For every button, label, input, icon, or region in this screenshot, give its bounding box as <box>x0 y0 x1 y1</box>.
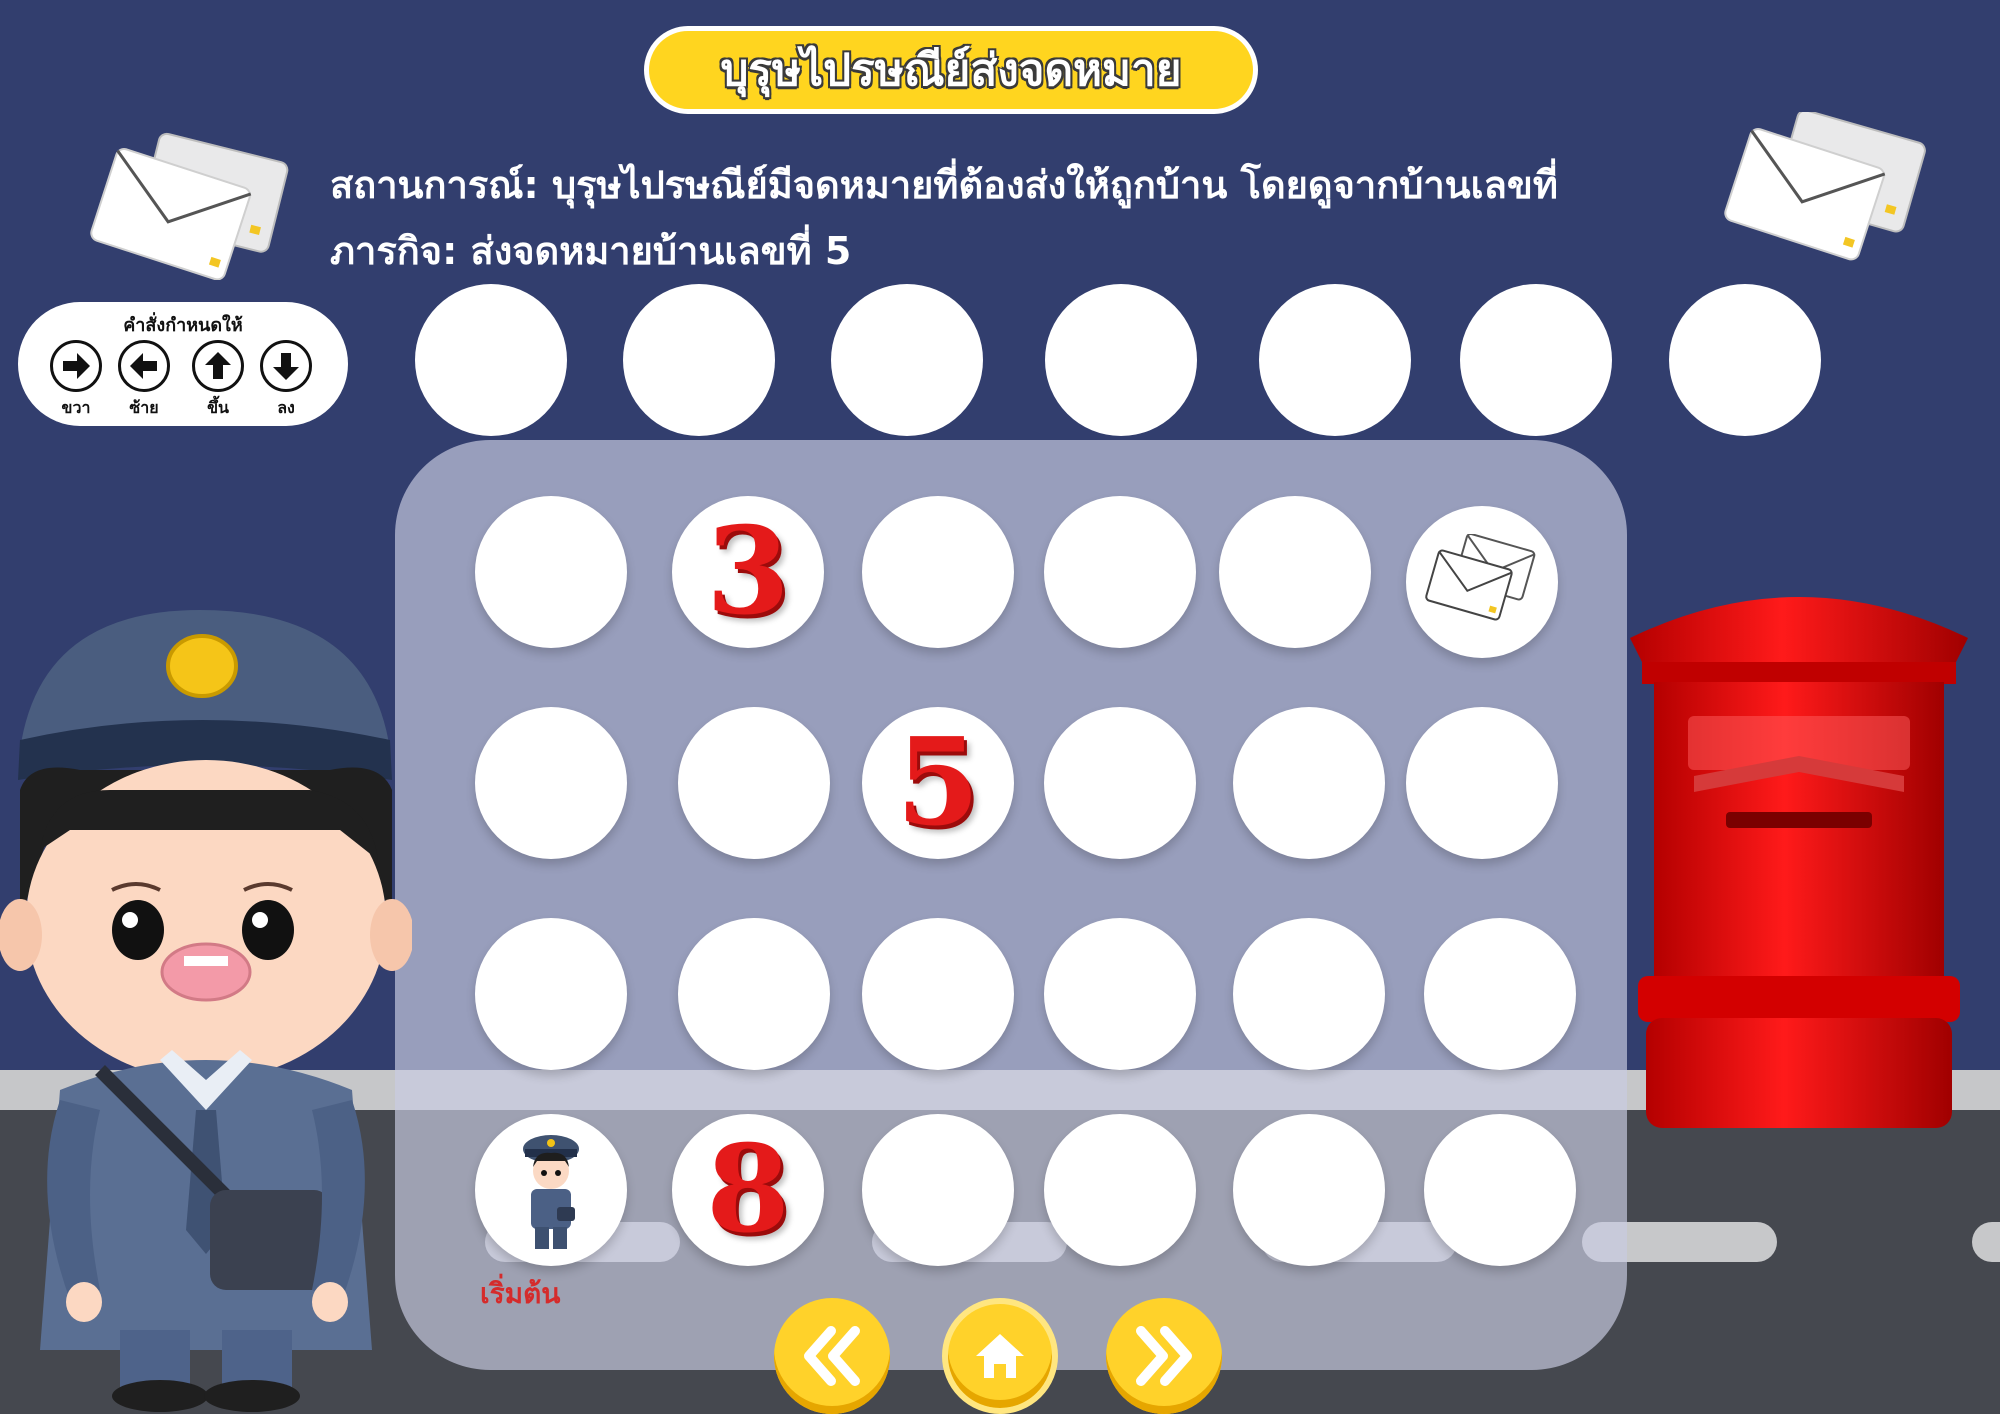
double-chevron-right-icon <box>1136 1326 1192 1386</box>
arrow-down-icon[interactable] <box>260 340 312 392</box>
home-icon <box>976 1334 1024 1378</box>
arrow-left-icon[interactable] <box>118 340 170 392</box>
board-cell[interactable] <box>1044 918 1196 1070</box>
envelope-icon <box>1724 112 1926 261</box>
arrow-right-icon[interactable] <box>50 340 102 392</box>
home-button[interactable] <box>942 1298 1058 1414</box>
board-cell-house-8[interactable]: 8 <box>672 1114 824 1266</box>
command-label-left: ซ้าย <box>129 398 159 417</box>
board-cell-start[interactable] <box>475 1114 627 1266</box>
board-cell[interactable] <box>862 918 1014 1070</box>
board-cell[interactable] <box>1219 496 1371 648</box>
board-cell-house-3[interactable]: 3 <box>672 496 824 648</box>
answer-slot-1[interactable] <box>415 284 567 436</box>
board-cell-house-5[interactable]: 5 <box>862 707 1014 859</box>
envelope-icon <box>90 132 289 280</box>
next-button[interactable] <box>1106 1298 1222 1414</box>
board-cell[interactable] <box>1424 918 1576 1070</box>
board-cell[interactable] <box>1233 918 1385 1070</box>
board-cell-letter[interactable] <box>1406 506 1558 658</box>
board-cell[interactable] <box>1044 1114 1196 1266</box>
red-mailbox <box>1630 597 1968 1128</box>
house-number: 3 <box>706 501 790 642</box>
board-cell[interactable] <box>678 918 830 1070</box>
command-label-up: ขึ้น <box>207 398 229 417</box>
board-cell[interactable] <box>1044 496 1196 648</box>
answer-slot-2[interactable] <box>623 284 775 436</box>
answer-slot-5[interactable] <box>1259 284 1411 436</box>
house-number: 5 <box>896 712 980 853</box>
board-cell[interactable] <box>475 918 627 1070</box>
board-cell[interactable] <box>475 707 627 859</box>
arrow-up-icon[interactable] <box>192 340 244 392</box>
board-cell[interactable] <box>1233 707 1385 859</box>
start-label: เริ่มต้น <box>480 1277 561 1310</box>
scenario-text: สถานการณ์: บุรุษไปรษณีย์มีจดหมายที่ต้องส… <box>330 152 1558 284</box>
postman-icon <box>523 1135 579 1249</box>
board-cell[interactable] <box>862 1114 1014 1266</box>
game-title: บุรุษไปรษณีย์ส่งจดหมาย <box>644 26 1258 114</box>
situation-text: สถานการณ์: บุรุษไปรษณีย์มีจดหมายที่ต้องส… <box>330 163 1558 207</box>
answer-slot-3[interactable] <box>831 284 983 436</box>
answer-slot-4[interactable] <box>1045 284 1197 436</box>
answer-slot-7[interactable] <box>1669 284 1821 436</box>
previous-button[interactable] <box>774 1298 890 1414</box>
board-cell[interactable] <box>1424 1114 1576 1266</box>
answer-slot-6[interactable] <box>1460 284 1612 436</box>
command-label-down: ลง <box>277 398 295 417</box>
board-cell[interactable] <box>678 707 830 859</box>
mission-text: ภารกิจ: ส่งจดหมายบ้านเลขที่ 5 <box>330 229 852 273</box>
command-legend: คำสั่งกำหนดให้ ขวา ซ้าย ขึ้น ลง <box>18 302 348 426</box>
envelope-icon <box>1425 534 1536 621</box>
board-cell[interactable] <box>475 496 627 648</box>
board-cell[interactable] <box>1233 1114 1385 1266</box>
house-number: 8 <box>706 1119 790 1260</box>
board-cell[interactable] <box>862 496 1014 648</box>
command-legend-title: คำสั่งกำหนดให้ <box>123 315 243 336</box>
double-chevron-left-icon <box>804 1326 860 1386</box>
board-cell[interactable] <box>1044 707 1196 859</box>
postman-character <box>0 610 412 1412</box>
command-label-right: ขวา <box>61 398 91 417</box>
board-cell[interactable] <box>1406 707 1558 859</box>
